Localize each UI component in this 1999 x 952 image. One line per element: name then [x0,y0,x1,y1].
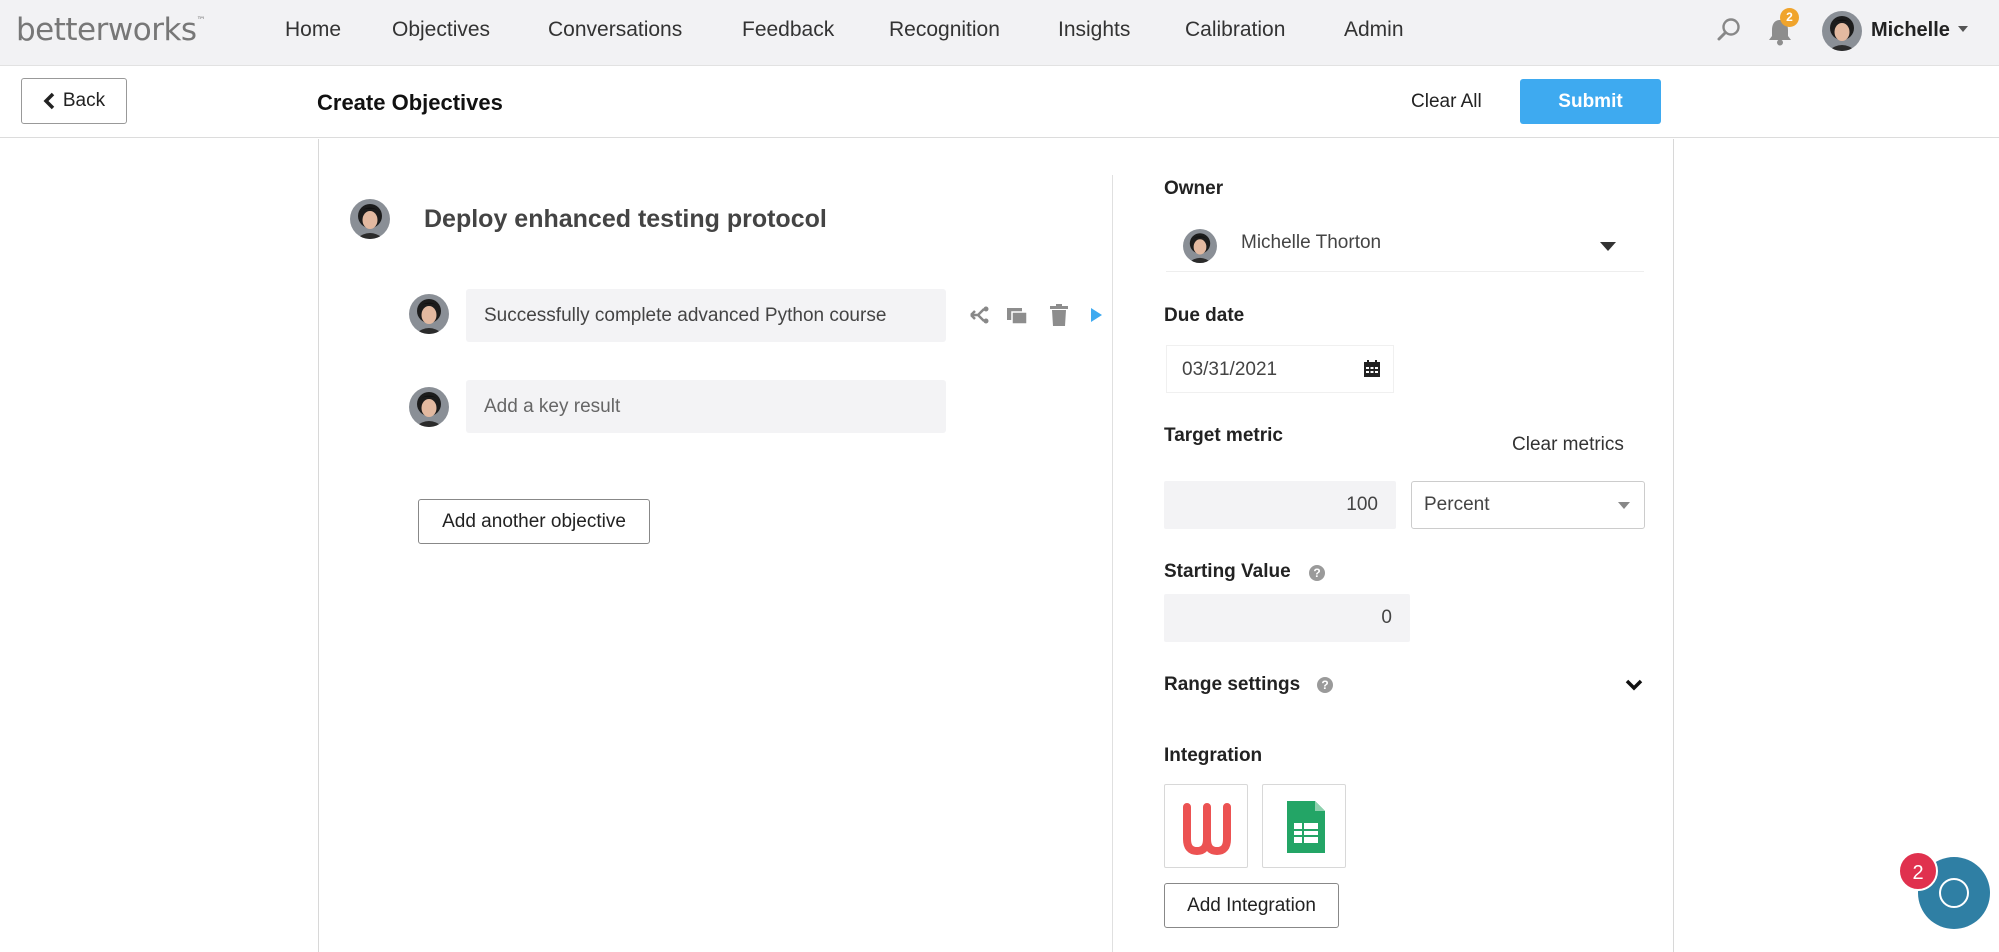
page-title: Create Objectives [317,90,503,115]
back-button[interactable]: Back [21,78,127,124]
chat-unread-badge: 2 [1898,851,1938,891]
clear-all-button[interactable]: Clear All [1411,91,1482,113]
owner-caret-icon [1600,242,1616,251]
owner-avatar [1183,229,1217,263]
new-key-result-avatar [409,387,449,427]
objective-title[interactable]: Deploy enhanced testing protocol [424,205,827,234]
nav-feedback[interactable]: Feedback [742,18,834,42]
nav-objectives[interactable]: Objectives [392,18,490,42]
back-button-label: Back [62,90,106,111]
metric-unit-select[interactable]: Percent [1411,481,1645,529]
add-integration-button[interactable]: Add Integration [1164,883,1339,928]
objective-owner-avatar [350,199,390,239]
udemy-icon [1183,803,1231,856]
key-result-owner-avatar [409,294,449,334]
integration-label: Integration [1164,745,1263,766]
nav-calibration[interactable]: Calibration [1185,18,1285,42]
google-sheets-integration-tile[interactable] [1262,784,1346,868]
branch-icon[interactable] [968,303,992,327]
submit-button[interactable]: Submit [1520,79,1661,124]
unit-caret-icon [1618,502,1630,509]
nav-recognition[interactable]: Recognition [889,18,1000,42]
due-date-value: 03/31/2021 [1182,359,1278,380]
add-key-result-input[interactable]: Add a key result [466,380,946,433]
starting-value-input[interactable]: 0 [1164,594,1410,642]
play-arrow-icon[interactable] [1085,303,1109,327]
owner-label: Owner [1164,178,1224,199]
copy-icon[interactable] [1005,303,1029,327]
clear-metrics-button[interactable]: Clear metrics [1512,434,1624,456]
search-icon[interactable] [1716,17,1742,43]
nav-conversations[interactable]: Conversations [548,18,682,42]
user-avatar[interactable] [1822,11,1862,51]
add-another-objective-button[interactable]: Add another objective [418,499,650,544]
owner-select[interactable]: Michelle Thorton [1166,218,1644,272]
nav-insights[interactable]: Insights [1058,18,1130,42]
starting-value-label: Starting Value [1164,561,1291,582]
panel-divider [1112,175,1113,952]
chevron-down-icon[interactable] [1624,675,1644,695]
due-date-label: Due date [1164,305,1245,326]
range-settings-help-icon[interactable]: ? [1317,677,1333,693]
nav-home[interactable]: Home [285,18,341,42]
trash-icon[interactable] [1047,303,1071,327]
udemy-integration-tile[interactable] [1164,784,1248,868]
user-menu-name[interactable]: Michelle [1871,19,1950,42]
metric-unit-value: Percent [1424,494,1490,515]
range-settings-label[interactable]: Range settings [1164,674,1300,696]
notification-badge: 2 [1780,8,1799,27]
due-date-field[interactable]: 03/31/2021 [1166,345,1394,393]
owner-name: Michelle Thorton [1241,232,1382,253]
chevron-left-icon [43,92,55,110]
target-metric-label: Target metric [1164,425,1283,446]
chat-icon [1939,878,1969,908]
calendar-icon[interactable] [1363,360,1381,378]
key-result-input[interactable]: Successfully complete advanced Python co… [466,289,946,342]
starting-value-help-icon[interactable]: ? [1309,565,1325,581]
nav-admin[interactable]: Admin [1344,18,1404,42]
logo-text: betterworks [16,12,197,48]
logo-trademark: ™ [196,16,206,26]
page-toolbar: Back Create Objectives Clear All Submit [0,66,1999,138]
top-navigation-bar: betterworks™ Home Objectives Conversatio… [0,0,1999,66]
user-menu-caret-icon[interactable] [1958,26,1968,32]
target-value-input[interactable]: 100 [1164,481,1396,529]
betterworks-logo[interactable]: betterworks™ [16,12,206,48]
google-sheets-icon [1287,801,1325,853]
